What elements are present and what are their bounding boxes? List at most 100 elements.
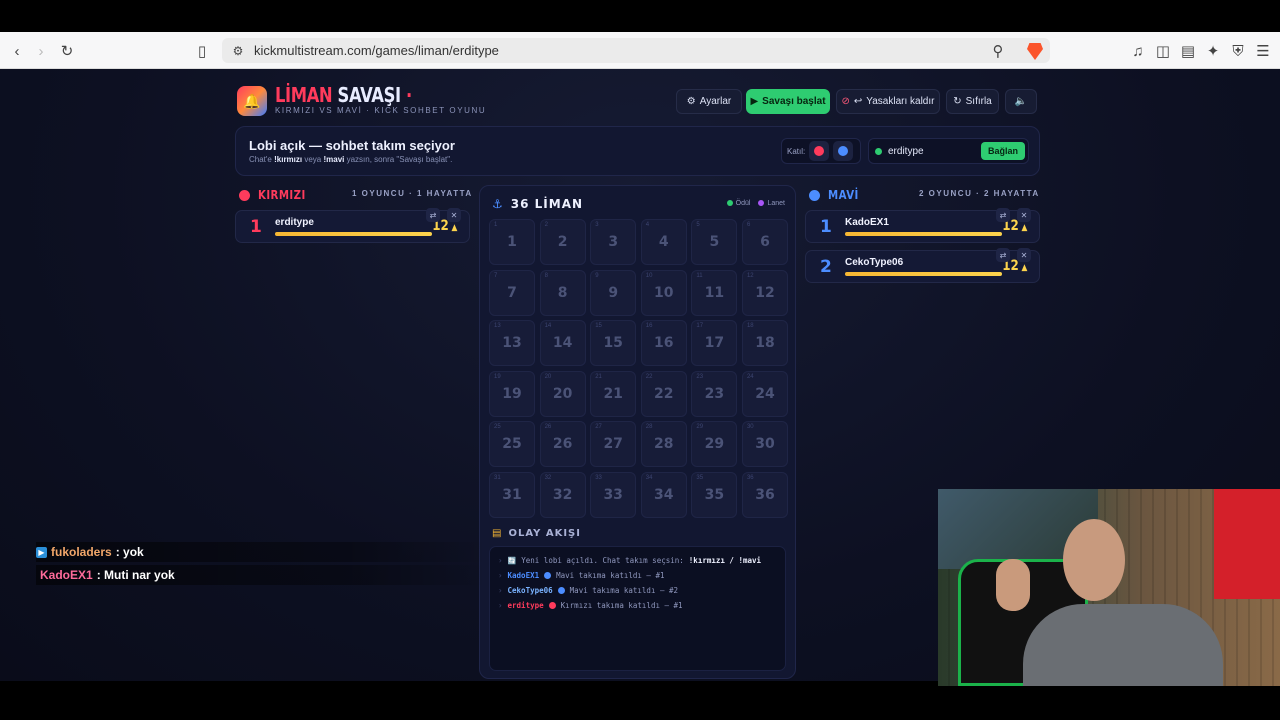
port-cell-number: 18	[755, 335, 775, 352]
port-cell-number: 22	[654, 385, 674, 402]
port-cell[interactable]: 12 12	[741, 269, 788, 316]
port-cell[interactable]: 31 31	[489, 471, 535, 518]
port-cell[interactable]: 20 20	[539, 370, 586, 417]
port-cell-number: 31	[502, 486, 522, 503]
music-icon[interactable]: ♫	[1128, 41, 1148, 61]
reset-button[interactable]: ↻ Sıfırla	[946, 89, 999, 114]
close-icon[interactable]: ✕	[447, 208, 461, 222]
undo-icon: ↩	[853, 96, 863, 107]
port-cell[interactable]: 77	[489, 269, 535, 316]
port-cell[interactable]: 28 28	[640, 421, 687, 468]
port-cell[interactable]: 17 17	[691, 320, 738, 367]
port-cell[interactable]: 88	[539, 269, 586, 316]
close-icon[interactable]: ✕	[1017, 208, 1031, 222]
channel-input[interactable]: erditype Bağlan	[868, 138, 1029, 164]
port-cell[interactable]: 22	[539, 219, 586, 265]
zoom-icon[interactable]: ⚲	[988, 41, 1008, 61]
port-cell[interactable]: 32 32	[539, 471, 586, 518]
event-line: › CekoType06 Mavi takıma katıldı — #2	[498, 583, 777, 598]
port-cell[interactable]: 27 27	[590, 421, 637, 468]
port-cell-number: 14	[552, 335, 573, 352]
bell-icon: ▲	[1019, 263, 1028, 273]
port-cell[interactable]: 15 15	[590, 320, 637, 367]
port-cell[interactable]: 25 25	[489, 421, 535, 468]
unban-button[interactable]: ⊘ ↩ Yasakları kaldır	[836, 89, 940, 114]
port-cell[interactable]: 33	[590, 219, 637, 265]
port-cell-number: 15	[603, 335, 623, 352]
port-cell[interactable]: 14 14	[539, 320, 586, 367]
port-cell[interactable]: 55	[691, 219, 738, 265]
chat-user: KadoEX1	[40, 568, 93, 582]
swap-icon[interactable]: ⇄	[996, 248, 1010, 262]
sound-button[interactable]: 🔈	[1005, 89, 1037, 114]
player-name: erditype	[275, 217, 314, 228]
port-cell[interactable]: 44	[640, 219, 687, 265]
port-cell[interactable]: 26 26	[539, 421, 586, 468]
speaker-icon: 🔈	[1014, 96, 1028, 107]
port-cell-index: 20	[544, 373, 552, 380]
port-cell-number: 19	[502, 385, 522, 402]
settings-button[interactable]: ⚙ Ayarlar	[676, 89, 742, 114]
wallet-icon[interactable]: ▤	[1178, 41, 1198, 61]
address-bar[interactable]: kickmultistream.com/games/liman/erditype	[222, 38, 1050, 63]
port-cell-number: 12	[755, 284, 775, 301]
port-cell[interactable]: 13 13	[489, 320, 535, 367]
port-cell[interactable]: 22 22	[640, 370, 687, 417]
port-cell-number: 8	[557, 284, 568, 301]
swap-icon[interactable]: ⇄	[426, 208, 440, 222]
port-cell[interactable]: 29 29	[691, 421, 738, 468]
port-grid: 1 1 2 2 3 3 4 4 5 5 6 6 7 7 8 8 9 9 10 10 11 11 12 12 13 13 14 14 15…	[489, 219, 790, 518]
bookmark-icon[interactable]: ▯	[192, 41, 212, 61]
port-cell[interactable]: 18 18	[741, 320, 788, 367]
join-blue-button[interactable]	[833, 141, 854, 161]
back-icon[interactable]: ‹	[7, 41, 27, 61]
player-card: 1 KadoEX1 12 ▲ ⇄ ✕	[805, 208, 1040, 243]
port-cell[interactable]: 11	[489, 219, 535, 265]
port-cell-number: 33	[603, 486, 623, 503]
player-life-bar	[845, 272, 1002, 276]
flag-decoration	[1214, 489, 1280, 599]
sidebar-icon[interactable]: ◫	[1153, 41, 1173, 61]
port-cell-index: 33	[595, 474, 602, 481]
port-cell[interactable]: 19 19	[489, 370, 535, 417]
site-settings-icon[interactable]: ⚙	[228, 41, 248, 61]
player-card: 1 erditype 12 ▲ ⇄ ✕	[235, 208, 470, 243]
connect-button[interactable]: Bağlan	[981, 142, 1025, 160]
port-cell[interactable]: 35 35	[691, 471, 738, 518]
port-cell-index: 13	[494, 323, 501, 330]
port-cell[interactable]: 16 16	[640, 320, 687, 367]
port-cell-index: 16	[645, 323, 653, 330]
event-text: Mavi takıma katıldı — #2	[569, 586, 679, 595]
anchor-icon: ⚓	[492, 197, 504, 211]
port-cell[interactable]: 33 33	[590, 471, 637, 518]
start-battle-button[interactable]: ▶ Savaşı başlat	[746, 89, 830, 114]
menu-icon[interactable]: ☰	[1253, 41, 1273, 61]
close-icon[interactable]: ✕	[1017, 248, 1031, 262]
swap-icon[interactable]: ⇄	[996, 208, 1010, 222]
chevron-right-icon: ›	[498, 556, 503, 565]
port-cell[interactable]: 10 10	[640, 269, 687, 316]
port-cell-index: 23	[696, 373, 704, 380]
reload-icon[interactable]: ↻	[57, 41, 77, 61]
port-cell[interactable]: 34 34	[640, 471, 687, 518]
port-cell[interactable]: 11 11	[691, 269, 738, 316]
port-cell[interactable]: 99	[590, 269, 637, 316]
port-cell-index: 4	[645, 222, 650, 228]
team-dot	[548, 602, 556, 609]
team-dot	[557, 587, 565, 594]
red-team-dot	[239, 189, 250, 201]
port-cell[interactable]: 36 36	[741, 471, 788, 518]
port-cell[interactable]: 21 21	[590, 370, 637, 417]
vpn-shield-icon[interactable]: ⛨	[1228, 41, 1248, 61]
forward-icon[interactable]: ›	[31, 41, 51, 61]
port-cell[interactable]: 24 24	[741, 370, 788, 417]
port-cell[interactable]: 30 30	[741, 421, 788, 468]
port-cell-index: 21	[595, 373, 602, 380]
port-cell[interactable]: 66	[741, 219, 788, 265]
join-red-button[interactable]	[809, 141, 830, 161]
port-cell-index: 30	[746, 424, 754, 431]
streamer-head	[1063, 519, 1125, 601]
leo-ai-icon[interactable]: ✦	[1203, 41, 1223, 61]
port-cell-index: 17	[696, 323, 704, 330]
port-cell[interactable]: 23 23	[691, 370, 738, 417]
